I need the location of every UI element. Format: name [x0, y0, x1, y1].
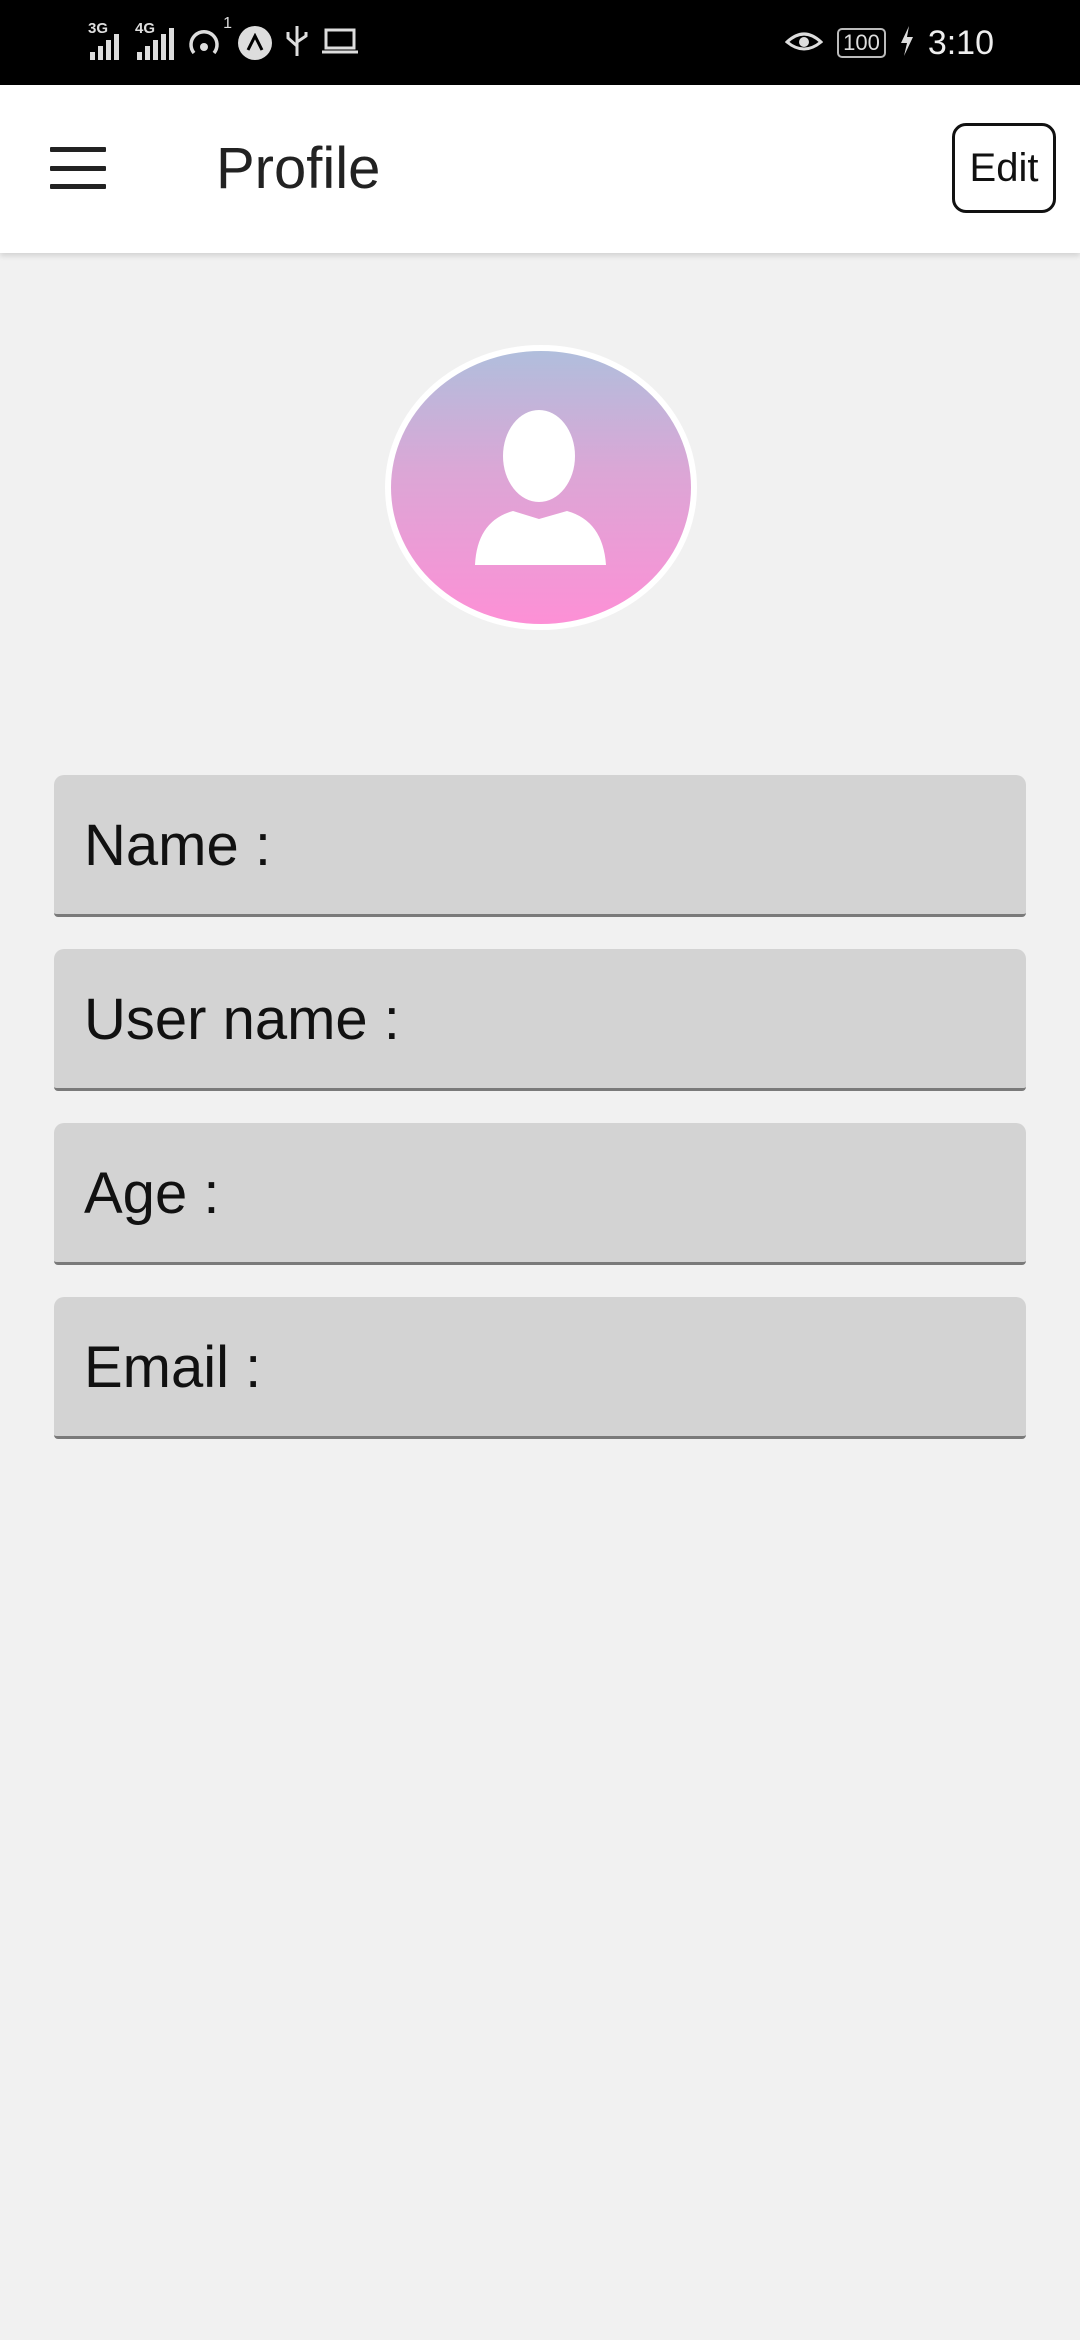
vpn-icon [238, 26, 272, 60]
eye-icon [784, 26, 824, 61]
battery-icon: 100 [837, 28, 886, 58]
page-title: Profile [216, 136, 381, 201]
charging-icon [900, 25, 914, 61]
hotspot-icon: 1 [186, 15, 232, 63]
age-label: Age : [84, 1161, 220, 1226]
hamburger-menu-icon[interactable] [50, 147, 106, 189]
app-bar: Profile Edit [0, 85, 1080, 253]
signal-4g-icon: 4G [135, 20, 174, 60]
username-field[interactable]: User name : [54, 949, 1026, 1091]
status-bar: 3G 4G 1 100 3:10 [0, 0, 1080, 85]
edit-button[interactable]: Edit [952, 123, 1056, 213]
email-field[interactable]: Email : [54, 1297, 1026, 1439]
username-label: User name : [84, 987, 400, 1052]
person-silhouette-icon [475, 410, 606, 565]
avatar[interactable] [385, 345, 697, 630]
network-type-label: 3G [88, 20, 109, 37]
usb-icon [284, 24, 310, 63]
email-label: Email : [84, 1335, 262, 1400]
status-right-icons: 100 3:10 [784, 18, 994, 68]
name-label: Name : [84, 813, 271, 878]
network-type-label: 4G [135, 20, 156, 37]
laptop-icon [322, 26, 358, 61]
signal-3g-icon: 3G [88, 20, 119, 60]
avatar-image [391, 351, 691, 624]
clock-time: 3:10 [927, 23, 994, 62]
name-field[interactable]: Name : [54, 775, 1026, 917]
age-field[interactable]: Age : [54, 1123, 1026, 1265]
status-left-icons: 3G 4G 1 [88, 15, 358, 68]
hotspot-count: 1 [223, 15, 232, 32]
